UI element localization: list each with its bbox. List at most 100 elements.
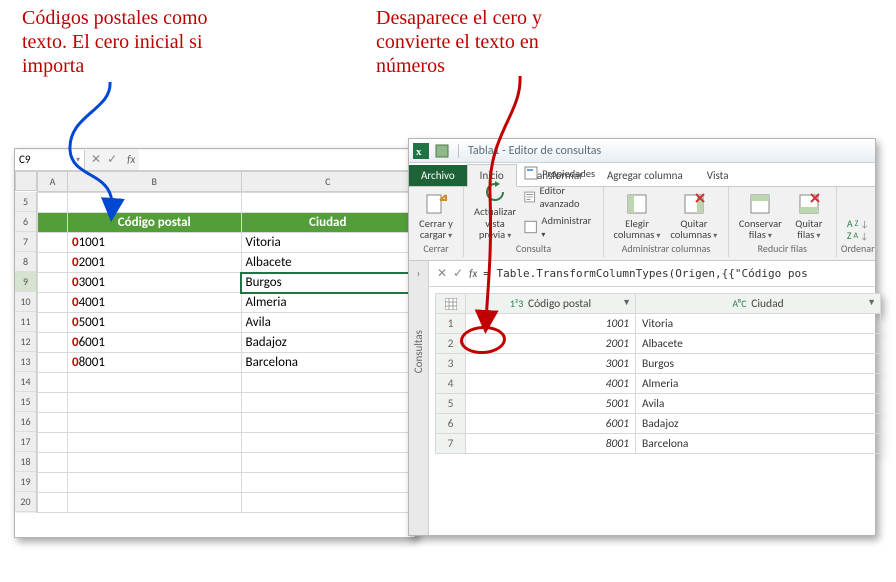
cell-codigo[interactable]: 08001 (68, 353, 242, 373)
row-header[interactable]: 9 (15, 272, 36, 292)
cell[interactable] (38, 473, 68, 493)
cell[interactable] (68, 433, 242, 453)
cell[interactable] (241, 193, 415, 213)
cell-codigo[interactable]: 02001 (68, 253, 242, 273)
pq-cell-codigo[interactable]: 3001 (466, 354, 636, 374)
table-header-ciudad[interactable]: Ciudad (241, 213, 415, 233)
row-header[interactable]: 17 (15, 432, 36, 452)
filter-dropdown-icon[interactable]: ▼ (622, 297, 631, 308)
cell-codigo[interactable]: 04001 (68, 293, 242, 313)
row-gutter: 567891011121314151617181920 (15, 192, 37, 513)
pq-row-number[interactable]: 3 (436, 354, 466, 374)
cell[interactable] (38, 273, 68, 293)
cell-ciudad[interactable]: Burgos (241, 273, 415, 293)
cell[interactable] (38, 453, 68, 473)
pq-fx-cancel-icon[interactable]: ✕ (437, 266, 447, 281)
pq-cell-codigo[interactable]: 5001 (466, 394, 636, 414)
cell-codigo[interactable]: 03001 (68, 273, 242, 293)
sort-desc-button[interactable]: ZA (847, 231, 869, 241)
cell[interactable] (38, 253, 68, 273)
formula-input[interactable] (139, 150, 415, 170)
cell[interactable] (38, 393, 68, 413)
tab-vista[interactable]: Vista (695, 165, 741, 186)
pq-row-number[interactable]: 6 (436, 414, 466, 434)
pq-cell-ciudad[interactable]: Vitoria (636, 314, 881, 334)
pq-cell-ciudad[interactable]: Avila (636, 394, 881, 414)
row-header[interactable]: 15 (15, 392, 36, 412)
pq-row-number[interactable]: 7 (436, 434, 466, 454)
row-header[interactable]: 16 (15, 412, 36, 432)
row-header[interactable]: 10 (15, 292, 36, 312)
cell-codigo[interactable]: 01001 (68, 233, 242, 253)
pq-cell-ciudad[interactable]: Barcelona (636, 434, 881, 454)
cell-ciudad[interactable]: Barcelona (241, 353, 415, 373)
cell-codigo[interactable]: 05001 (68, 313, 242, 333)
cell[interactable] (68, 493, 242, 513)
row-header[interactable]: 13 (15, 352, 36, 372)
pq-col-ciudad[interactable]: AᴮC Ciudad ▼ (636, 294, 881, 314)
cell-ciudad[interactable]: Vitoria (241, 233, 415, 253)
cell-ciudad[interactable]: Albacete (241, 253, 415, 273)
cell[interactable] (38, 333, 68, 353)
row-header[interactable]: 14 (15, 372, 36, 392)
row-header[interactable]: 6 (15, 212, 36, 232)
pq-table-corner[interactable] (436, 294, 466, 314)
tab-agregar-columna[interactable]: Agregar columna (595, 165, 695, 186)
cell-codigo[interactable]: 06001 (68, 333, 242, 353)
row-header[interactable]: 20 (15, 492, 36, 512)
cell[interactable] (38, 233, 68, 253)
cell[interactable] (38, 413, 68, 433)
cell[interactable] (68, 473, 242, 493)
cell[interactable] (68, 373, 242, 393)
cell[interactable] (68, 393, 242, 413)
filter-dropdown-icon[interactable]: ▼ (867, 297, 876, 308)
cell[interactable] (38, 493, 68, 513)
cell[interactable] (241, 413, 415, 433)
col-header-C[interactable]: C (241, 172, 415, 192)
cell[interactable] (38, 313, 68, 333)
row-header[interactable]: 7 (15, 232, 36, 252)
cell[interactable] (241, 453, 415, 473)
cell[interactable] (38, 433, 68, 453)
pq-row-number[interactable]: 4 (436, 374, 466, 394)
select-all-corner[interactable] (15, 171, 37, 191)
cell[interactable] (241, 473, 415, 493)
tab-file[interactable]: Archivo (409, 165, 467, 186)
cell[interactable] (68, 413, 242, 433)
pq-cell-ciudad[interactable]: Almeria (636, 374, 881, 394)
pq-cell-codigo[interactable]: 8001 (466, 434, 636, 454)
row-header[interactable]: 5 (15, 192, 36, 212)
cell-ciudad[interactable]: Badajoz (241, 333, 415, 353)
row-header[interactable]: 8 (15, 252, 36, 272)
cell[interactable] (68, 453, 242, 473)
pq-row-number[interactable]: 1 (436, 314, 466, 334)
row-header[interactable]: 18 (15, 452, 36, 472)
pq-cell-ciudad[interactable]: Badajoz (636, 414, 881, 434)
pq-cell-codigo[interactable]: 4001 (466, 374, 636, 394)
cell-ciudad[interactable]: Almeria (241, 293, 415, 313)
pq-queries-panel-collapsed[interactable]: › Consultas (409, 261, 429, 535)
choose-columns-icon (625, 192, 649, 216)
cell[interactable] (241, 373, 415, 393)
cell[interactable] (241, 493, 415, 513)
cell[interactable] (38, 353, 68, 373)
expand-queries-icon[interactable]: › (417, 267, 421, 280)
close-load-icon (424, 192, 448, 216)
sort-asc-button[interactable]: AZ (847, 219, 869, 229)
row-header[interactable]: 19 (15, 472, 36, 492)
pq-cell-ciudad[interactable]: Albacete (636, 334, 881, 354)
pq-cell-ciudad[interactable]: Burgos (636, 354, 881, 374)
pq-cell-codigo[interactable]: 6001 (466, 414, 636, 434)
cell[interactable] (38, 293, 68, 313)
text-type-icon: AᴮC (732, 297, 746, 310)
row-header[interactable]: 12 (15, 332, 36, 352)
pq-fx-icon[interactable]: fx (469, 267, 477, 280)
pq-row-number[interactable]: 5 (436, 394, 466, 414)
cell[interactable] (241, 433, 415, 453)
pq-fx-accept-icon[interactable]: ✓ (453, 266, 463, 281)
row-header[interactable]: 11 (15, 312, 36, 332)
cell[interactable] (241, 393, 415, 413)
cell-ciudad[interactable]: Avila (241, 313, 415, 333)
cell[interactable] (38, 373, 68, 393)
annotation-left: Códigos postales como texto. El cero ini… (22, 6, 208, 78)
